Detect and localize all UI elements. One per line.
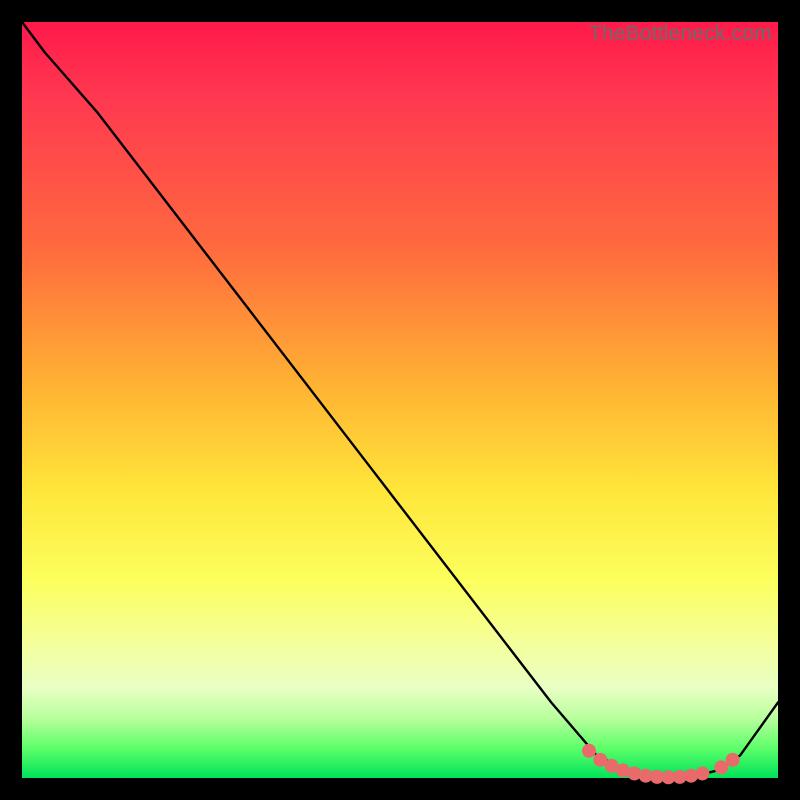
highlight-dots — [582, 744, 740, 784]
highlight-dot — [726, 753, 740, 767]
highlight-dot — [695, 766, 709, 780]
curve-svg — [22, 22, 778, 778]
bottleneck-curve — [22, 22, 778, 778]
plot-area: TheBottleneck.com — [22, 22, 778, 778]
highlight-dot — [582, 744, 596, 758]
chart-stage: TheBottleneck.com — [0, 0, 800, 800]
